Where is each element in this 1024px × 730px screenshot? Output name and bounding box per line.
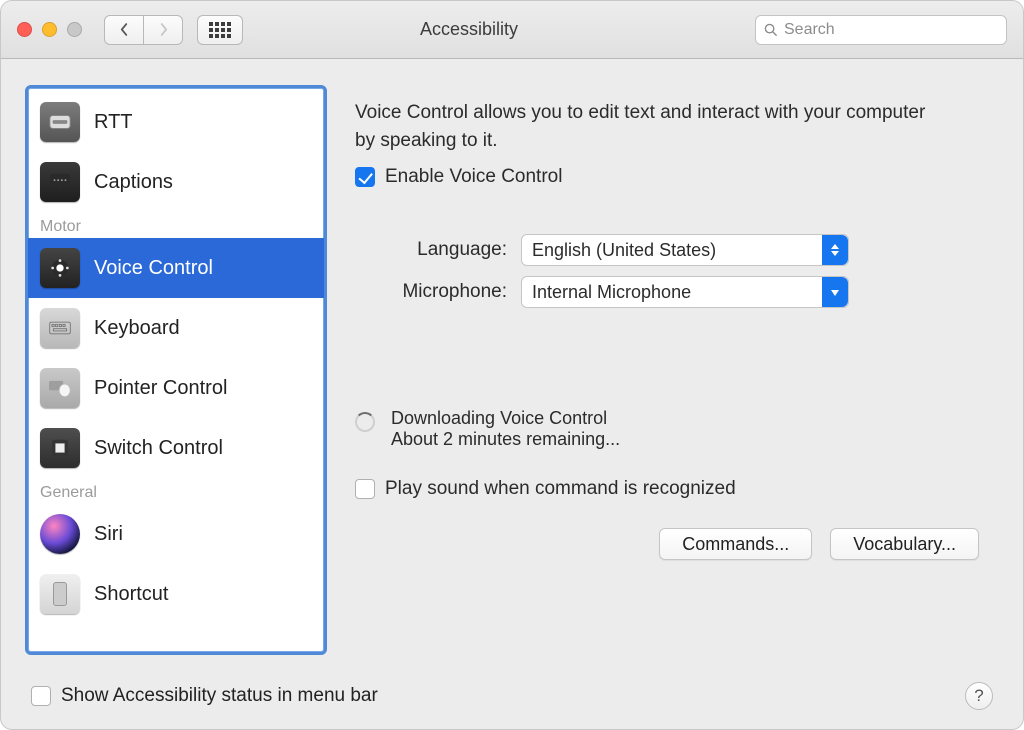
sidebar-section-motor: Motor xyxy=(28,212,324,238)
nav-buttons xyxy=(104,15,183,45)
content-area: RTT Captions Motor Voice Control xyxy=(1,59,1023,729)
sidebar-item-rtt[interactable]: RTT xyxy=(28,92,324,152)
microphone-label: Microphone: xyxy=(355,281,507,303)
sidebar-item-voice-control[interactable]: Voice Control xyxy=(28,238,324,298)
zoom-button[interactable] xyxy=(67,22,82,37)
sidebar-item-siri[interactable]: Siri xyxy=(28,504,324,564)
sidebar-item-switch-control[interactable]: Switch Control xyxy=(28,418,324,478)
sidebar-item-label: Captions xyxy=(94,171,173,194)
language-select[interactable]: English (United States) xyxy=(521,234,849,266)
help-button[interactable]: ? xyxy=(965,682,993,710)
play-sound-label: Play sound when command is recognized xyxy=(385,478,736,500)
down-arrow-icon xyxy=(822,277,848,307)
sidebar-item-label: Shortcut xyxy=(94,583,168,606)
download-status: Downloading Voice Control About 2 minute… xyxy=(355,408,979,450)
sidebar-item-captions[interactable]: Captions xyxy=(28,152,324,212)
enable-voice-control-checkbox[interactable] xyxy=(355,167,375,187)
settings-form: Language: English (United States) Microp… xyxy=(355,234,979,308)
sidebar-item-label: Switch Control xyxy=(94,437,223,460)
sidebar-item-label: RTT xyxy=(94,111,133,134)
window-controls xyxy=(17,22,82,37)
download-title: Downloading Voice Control xyxy=(391,408,620,429)
detail-pane: Voice Control allows you to edit text an… xyxy=(345,85,999,709)
enable-voice-control-row: Enable Voice Control xyxy=(355,166,979,188)
search-input[interactable] xyxy=(784,21,998,39)
sidebar-section-general: General xyxy=(28,478,324,504)
play-sound-row: Play sound when command is recognized xyxy=(355,478,979,500)
vocabulary-button[interactable]: Vocabulary... xyxy=(830,528,979,560)
enable-voice-control-label: Enable Voice Control xyxy=(385,166,562,188)
search-icon xyxy=(764,23,778,37)
close-button[interactable] xyxy=(17,22,32,37)
preferences-window: Accessibility RTT Captions xyxy=(0,0,1024,730)
category-sidebar: RTT Captions Motor Voice Control xyxy=(25,85,327,655)
shortcut-icon xyxy=(40,574,80,614)
minimize-button[interactable] xyxy=(42,22,57,37)
chevron-right-icon xyxy=(159,22,168,37)
commands-button[interactable]: Commands... xyxy=(659,528,812,560)
window-footer: Show Accessibility status in menu bar ? xyxy=(31,679,993,713)
switch-control-icon xyxy=(40,428,80,468)
play-sound-checkbox[interactable] xyxy=(355,479,375,499)
language-value: English (United States) xyxy=(532,240,716,261)
action-buttons: Commands... Vocabulary... xyxy=(355,528,979,560)
pointer-control-icon xyxy=(40,368,80,408)
voice-control-icon xyxy=(40,248,80,288)
microphone-value: Internal Microphone xyxy=(532,282,691,303)
titlebar: Accessibility xyxy=(1,1,1023,59)
menubar-status-checkbox[interactable] xyxy=(31,686,51,706)
description-text: Voice Control allows you to edit text an… xyxy=(355,99,935,154)
sidebar-item-shortcut[interactable]: Shortcut xyxy=(28,564,324,624)
siri-icon xyxy=(40,514,80,554)
sidebar-item-keyboard[interactable]: Keyboard xyxy=(28,298,324,358)
menubar-status-label: Show Accessibility status in menu bar xyxy=(61,685,378,707)
search-field[interactable] xyxy=(755,15,1007,45)
sidebar-item-label: Siri xyxy=(94,523,123,546)
rtt-icon xyxy=(40,102,80,142)
captions-icon xyxy=(40,162,80,202)
forward-button[interactable] xyxy=(143,15,183,45)
category-list[interactable]: RTT Captions Motor Voice Control xyxy=(28,88,324,652)
back-button[interactable] xyxy=(104,15,144,45)
language-label: Language: xyxy=(355,239,507,261)
keyboard-icon xyxy=(40,308,80,348)
updown-arrows-icon xyxy=(822,235,848,265)
sidebar-item-pointer-control[interactable]: Pointer Control xyxy=(28,358,324,418)
sidebar-item-label: Voice Control xyxy=(94,257,213,280)
page-title: Accessibility xyxy=(183,19,755,40)
microphone-select[interactable]: Internal Microphone xyxy=(521,276,849,308)
spinner-icon xyxy=(355,412,375,432)
chevron-left-icon xyxy=(120,22,129,37)
sidebar-item-label: Keyboard xyxy=(94,317,180,340)
sidebar-item-label: Pointer Control xyxy=(94,377,227,400)
download-remaining: About 2 minutes remaining... xyxy=(391,429,620,450)
